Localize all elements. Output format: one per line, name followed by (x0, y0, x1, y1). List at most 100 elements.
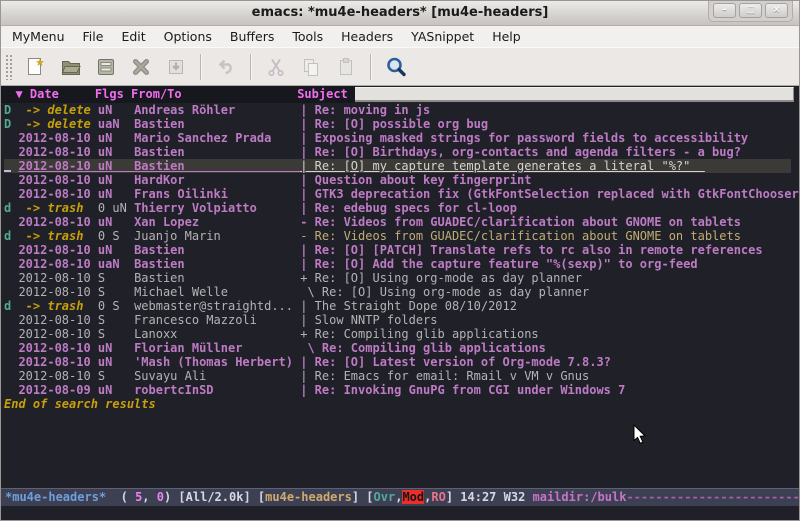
message-subject: - Re: Videos from GUADEC/clarification a… (300, 215, 741, 229)
window-title: emacs: *mu4e-headers* [mu4e-headers] (1, 1, 799, 25)
message-date: 2012-08-10 (18, 341, 90, 355)
modeline-segment: ] [ (352, 490, 374, 504)
mouse-cursor (633, 424, 647, 445)
message-row[interactable]: 2012-08-10 S Bastien + Re: [O] Using org… (4, 271, 791, 285)
message-flags: S (91, 313, 134, 327)
menu-mymenu[interactable]: MyMenu (3, 27, 74, 46)
header-line-filler (355, 87, 794, 102)
message-from: webmaster@straightd... (134, 299, 300, 313)
message-date: 2012-08-09 (18, 383, 90, 397)
menu-help[interactable]: Help (483, 27, 530, 46)
message-row[interactable]: d -> trash 0 S Juanjo Marin - Re: Videos… (4, 229, 791, 243)
message-subject: | Re: [O] my capture template generates … (300, 159, 705, 173)
mark-indicator (4, 313, 18, 327)
message-from: Mario Sanchez Prada (134, 131, 300, 145)
message-row[interactable]: d -> trash 0 uN Thierry Volpiatto | Re: … (4, 201, 791, 215)
message-row[interactable]: 2012-08-10 S Suvayu Ali | Re: Emacs for … (4, 369, 791, 383)
message-row[interactable]: 2012-08-10 S Michael Welle \ Re: [O] Usi… (4, 285, 791, 299)
menu-tools[interactable]: Tools (283, 27, 332, 46)
message-row[interactable]: 2012-08-10 uaN Bastien | Re: [O] Add the… (4, 257, 791, 271)
message-subject: | Exposing masked strings for password f… (300, 131, 748, 145)
message-row[interactable]: 2012-08-10 S Francesco Mazzoli | Slow NN… (4, 313, 791, 327)
save-file-icon (94, 55, 118, 79)
close-button[interactable]: × (765, 3, 788, 18)
message-row[interactable]: 2012-08-10 uN Xan Lopez - Re: Videos fro… (4, 215, 791, 229)
toolbar-button-new-file[interactable] (22, 53, 50, 81)
toolbar-button-close-file[interactable] (127, 53, 155, 81)
message-row[interactable]: 2012-08-10 uN Bastien | Re: [O] [PATCH] … (4, 243, 791, 257)
message-flags: uN (91, 355, 134, 369)
message-date: 2012-08-10 (18, 327, 90, 341)
message-flags: uN (91, 131, 134, 145)
toolbar-button-open-folder[interactable] (57, 53, 85, 81)
mark-indicator (4, 369, 18, 383)
toolbar-button-save-file[interactable] (92, 53, 120, 81)
mark-indicator (4, 285, 18, 299)
message-from: Lanoxx (134, 327, 300, 341)
message-row[interactable]: 2012-08-10 uN Frans Oilinki | GTK3 depre… (4, 187, 791, 201)
toolbar-drag-handle[interactable] (5, 54, 13, 80)
message-subject: | Slow NNTP folders (300, 313, 437, 327)
mark-indicator: d (4, 299, 18, 313)
message-row[interactable]: 2012-08-10 uN Mario Sanchez Prada | Expo… (4, 131, 791, 145)
message-row[interactable]: 2012-08-10 uN Florian Müllner \ Re: Comp… (4, 341, 791, 355)
message-from: Bastien (134, 117, 300, 131)
message-row[interactable]: d -> trash 0 S webmaster@straightd... | … (4, 299, 791, 313)
message-row[interactable]: 2012-08-10 uN 'Mash (Thomas Herbert) | R… (4, 355, 791, 369)
message-from: Xan Lopez (134, 215, 300, 229)
toolbar-button-search[interactable] (382, 53, 410, 81)
message-flags: uN (91, 383, 134, 397)
mark-indicator (4, 341, 18, 355)
message-from: Bastien (134, 145, 300, 159)
message-from: Bastien (134, 257, 300, 271)
message-date: 2012-08-10 (18, 173, 90, 187)
modeline-segment: ] (446, 490, 460, 504)
menu-buffers[interactable]: Buffers (221, 27, 283, 46)
message-row[interactable]: D -> delete uN Andreas Röhler | Re: movi… (4, 103, 791, 117)
toolbar-separator (370, 54, 372, 80)
menu-file[interactable]: File (74, 27, 113, 46)
mark-indicator (4, 355, 18, 369)
message-date: 2012-08-10 (18, 187, 90, 201)
menu-headers[interactable]: Headers (332, 27, 402, 46)
menu-options[interactable]: Options (155, 27, 221, 46)
message-row[interactable]: 2012-08-10 uN Bastien | Re: [O] Birthday… (4, 145, 791, 159)
mark-indicator (4, 257, 18, 271)
message-date: 2012-08-10 (18, 145, 90, 159)
mark-indicator: D (4, 117, 18, 131)
message-subject: | Re: [O] Add the capture feature "%(sex… (300, 257, 697, 271)
emacs-window: emacs: *mu4e-headers* [mu4e-headers] –□×… (0, 0, 800, 521)
message-subject: | Re: edebug specs for cl-loop (300, 201, 517, 215)
modeline-segment: RO (431, 490, 445, 504)
title-bar: emacs: *mu4e-headers* [mu4e-headers] –□× (1, 1, 799, 26)
buffer-area: ▼ Date Flgs From/To Subject D -> delete … (1, 86, 799, 520)
menu-bar: MyMenuFileEditOptionsBuffersToolsHeaders… (1, 26, 799, 47)
message-row[interactable]: 2012-08-10 uN HardKor | Question about k… (4, 173, 791, 187)
message-flags: uaN (91, 117, 134, 131)
message-date: 2012-08-10 (18, 285, 90, 299)
message-row[interactable]: D -> delete uaN Bastien | Re: [O] possib… (4, 117, 791, 131)
menu-edit[interactable]: Edit (112, 27, 154, 46)
message-from: robertcInSD (134, 383, 300, 397)
message-from: Bastien (134, 159, 300, 173)
copy-icon (299, 55, 323, 79)
message-row[interactable]: 2012-08-10 S Lanoxx + Re: Compiling glib… (4, 327, 791, 341)
message-row[interactable]: 2012-08-10 uN Bastien | Re: [O] my captu… (4, 159, 791, 173)
toolbar (1, 47, 799, 86)
message-row[interactable]: 2012-08-09 uN robertcInSD | Re: Invoking… (4, 383, 791, 397)
message-from: Frans Oilinki (134, 187, 300, 201)
modeline-segment: ) [All/2.0k] [ (164, 490, 265, 504)
toolbar-separator (200, 54, 202, 80)
window-controls: –□× (708, 1, 793, 22)
message-date: 2012-08-10 (18, 257, 90, 271)
mark-indicator (4, 327, 18, 341)
mark-indicator (4, 173, 18, 187)
message-subject: | Re: [O] [PATCH] Translate refs to rc a… (300, 243, 762, 257)
message-subject: | Question about key fingerprint (300, 173, 531, 187)
message-from: Juanjo Marin (134, 229, 300, 243)
message-flags: S (91, 285, 134, 299)
menu-yasnippet[interactable]: YASnippet (402, 27, 483, 46)
minimize-button[interactable]: – (713, 3, 736, 18)
message-flags: uN (91, 145, 134, 159)
maximize-button[interactable]: □ (739, 3, 762, 18)
